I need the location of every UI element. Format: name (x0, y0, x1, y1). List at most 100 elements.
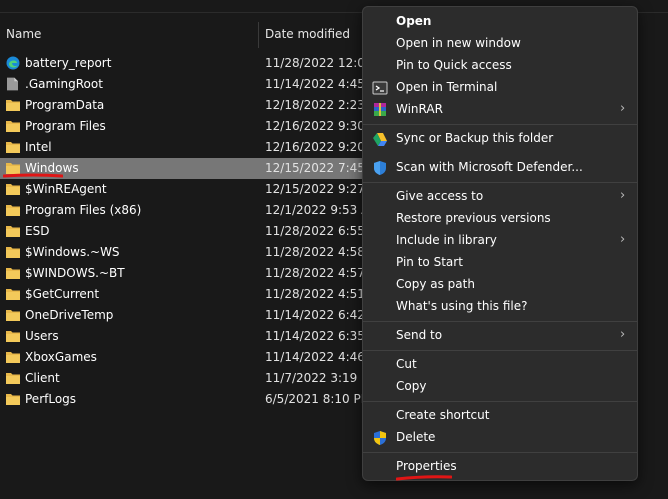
column-resize-handle[interactable] (258, 22, 259, 48)
file-name: Users (25, 329, 59, 343)
folder-icon (6, 142, 20, 153)
menu-item-open-new-window[interactable]: Open in new window (363, 33, 637, 55)
menu-item-label: Cut (396, 357, 417, 371)
menu-divider (363, 182, 637, 183)
menu-item-restore-versions[interactable]: Restore previous versions (363, 208, 637, 230)
file-icon (7, 77, 18, 91)
chevron-right-icon: › (620, 327, 626, 342)
folder-icon (6, 331, 20, 342)
folder-icon (6, 352, 20, 363)
file-name: Intel (25, 140, 52, 154)
menu-item-create-shortcut[interactable]: Create shortcut (363, 405, 637, 427)
context-menu: Open Open in new window Pin to Quick acc… (362, 6, 638, 481)
menu-item-give-access[interactable]: Give access to › (363, 186, 637, 208)
file-name: PerfLogs (25, 392, 77, 406)
file-name: $Windows.~WS (25, 245, 120, 259)
chevron-right-icon: › (620, 188, 626, 203)
chevron-right-icon: › (620, 101, 626, 116)
menu-item-label: Send to (396, 328, 443, 342)
menu-item-copy-as-path[interactable]: Copy as path (363, 274, 637, 296)
winrar-icon (374, 103, 386, 116)
file-row[interactable]: OneDriveTemp 11/14/2022 6:42 PM (0, 305, 386, 326)
menu-item-copy[interactable]: Copy (363, 376, 637, 398)
menu-item-label: Copy as path (396, 277, 475, 291)
terminal-icon (372, 81, 388, 95)
file-name: XboxGames (25, 350, 97, 364)
menu-item-label: What's using this file? (396, 299, 528, 313)
file-row[interactable]: $GetCurrent 11/28/2022 4:51 PM (0, 284, 386, 305)
menu-item-label: WinRAR (396, 102, 443, 116)
menu-item-open-terminal[interactable]: Open in Terminal (363, 77, 637, 99)
file-row[interactable]: Users 11/14/2022 6:35 PM (0, 326, 386, 347)
file-row[interactable]: Program Files 12/16/2022 9:30 AM (0, 116, 387, 137)
uac-shield-icon (374, 431, 386, 445)
column-header-row: Name Date modified (0, 22, 380, 48)
menu-item-label: Include in library (396, 233, 497, 247)
file-name: Program Files (25, 119, 106, 133)
menu-divider (363, 321, 637, 322)
file-row[interactable]: ProgramData 12/18/2022 2:23 PM (0, 95, 386, 116)
file-name: battery_report (25, 56, 112, 70)
file-row[interactable]: $Windows.~WS 11/28/2022 4:58 PM (0, 242, 386, 263)
menu-item-label: Restore previous versions (396, 211, 551, 225)
menu-item-scan-defender[interactable]: Scan with Microsoft Defender... (363, 157, 637, 179)
column-header-name[interactable]: Name (6, 27, 41, 41)
folder-icon (6, 226, 20, 237)
file-name: Program Files (x86) (25, 203, 142, 217)
file-row[interactable]: $WINDOWS.~BT 11/28/2022 4:57 PM (0, 263, 386, 284)
menu-item-pin-start[interactable]: Pin to Start (363, 252, 637, 274)
google-drive-icon (373, 133, 387, 146)
file-name: Client (25, 371, 60, 385)
folder-icon (6, 310, 20, 321)
file-row[interactable]: PerfLogs 6/5/2021 8:10 PM (0, 389, 380, 410)
file-row[interactable]: .GamingRoot 11/14/2022 4:45 PM (0, 74, 386, 95)
folder-icon (6, 268, 20, 279)
file-row[interactable]: Client 11/7/2022 3:19 PM (0, 368, 380, 389)
menu-item-send-to[interactable]: Send to › (363, 325, 637, 347)
menu-divider (363, 350, 637, 351)
folder-icon (6, 394, 20, 405)
menu-item-include-library[interactable]: Include in library › (363, 230, 637, 252)
menu-item-winrar[interactable]: WinRAR › (363, 99, 637, 121)
folder-icon (6, 247, 20, 258)
menu-item-label: Properties (396, 459, 457, 473)
file-row[interactable]: Intel 12/16/2022 9:20 AM (0, 137, 387, 158)
menu-item-whats-using[interactable]: What's using this file? (363, 296, 637, 318)
menu-item-label: Open in Terminal (396, 80, 498, 94)
menu-item-label: Pin to Start (396, 255, 463, 269)
folder-icon (6, 289, 20, 300)
menu-item-label: Open in new window (396, 36, 521, 50)
file-list: battery_report 11/28/2022 12:00 PM .Gaming… (0, 53, 394, 410)
menu-item-sync-backup[interactable]: Sync or Backup this folder (363, 128, 637, 150)
column-header-date-modified[interactable]: Date modified (265, 27, 350, 41)
file-name: ESD (25, 224, 50, 238)
menu-divider (363, 452, 637, 453)
file-date-modified: 6/5/2021 8:10 PM (265, 392, 372, 406)
folder-icon (6, 100, 20, 111)
file-row[interactable]: XboxGames 11/14/2022 4:46 PM (0, 347, 386, 368)
menu-item-label: Open (396, 14, 432, 28)
folder-icon (6, 373, 20, 384)
menu-item-label: Create shortcut (396, 408, 490, 422)
red-annotation-underline (3, 173, 63, 178)
file-row[interactable]: Program Files (x86) 12/1/2022 9:53 AM (0, 200, 380, 221)
folder-icon (6, 184, 20, 195)
menu-item-pin-quick-access[interactable]: Pin to Quick access (363, 55, 637, 77)
file-name: $GetCurrent (25, 287, 100, 301)
menu-item-label: Copy (396, 379, 427, 393)
file-name: $WinREAgent (25, 182, 107, 196)
red-annotation-underline (396, 475, 452, 481)
folder-icon (6, 205, 20, 216)
edge-html-icon (6, 56, 20, 70)
file-row[interactable]: $WinREAgent 12/15/2022 9:27 AM (0, 179, 387, 200)
menu-item-delete[interactable]: Delete (363, 427, 637, 449)
file-name: OneDriveTemp (25, 308, 114, 322)
file-row[interactable]: ESD 11/28/2022 6:55 PM (0, 221, 386, 242)
menu-item-open[interactable]: Open (363, 11, 637, 33)
chevron-right-icon: › (620, 232, 626, 247)
file-name: .GamingRoot (25, 77, 103, 91)
file-row[interactable]: battery_report 11/28/2022 12:00 PM (0, 53, 394, 74)
menu-item-cut[interactable]: Cut (363, 354, 637, 376)
folder-icon (6, 121, 20, 132)
menu-item-label: Delete (396, 430, 436, 444)
